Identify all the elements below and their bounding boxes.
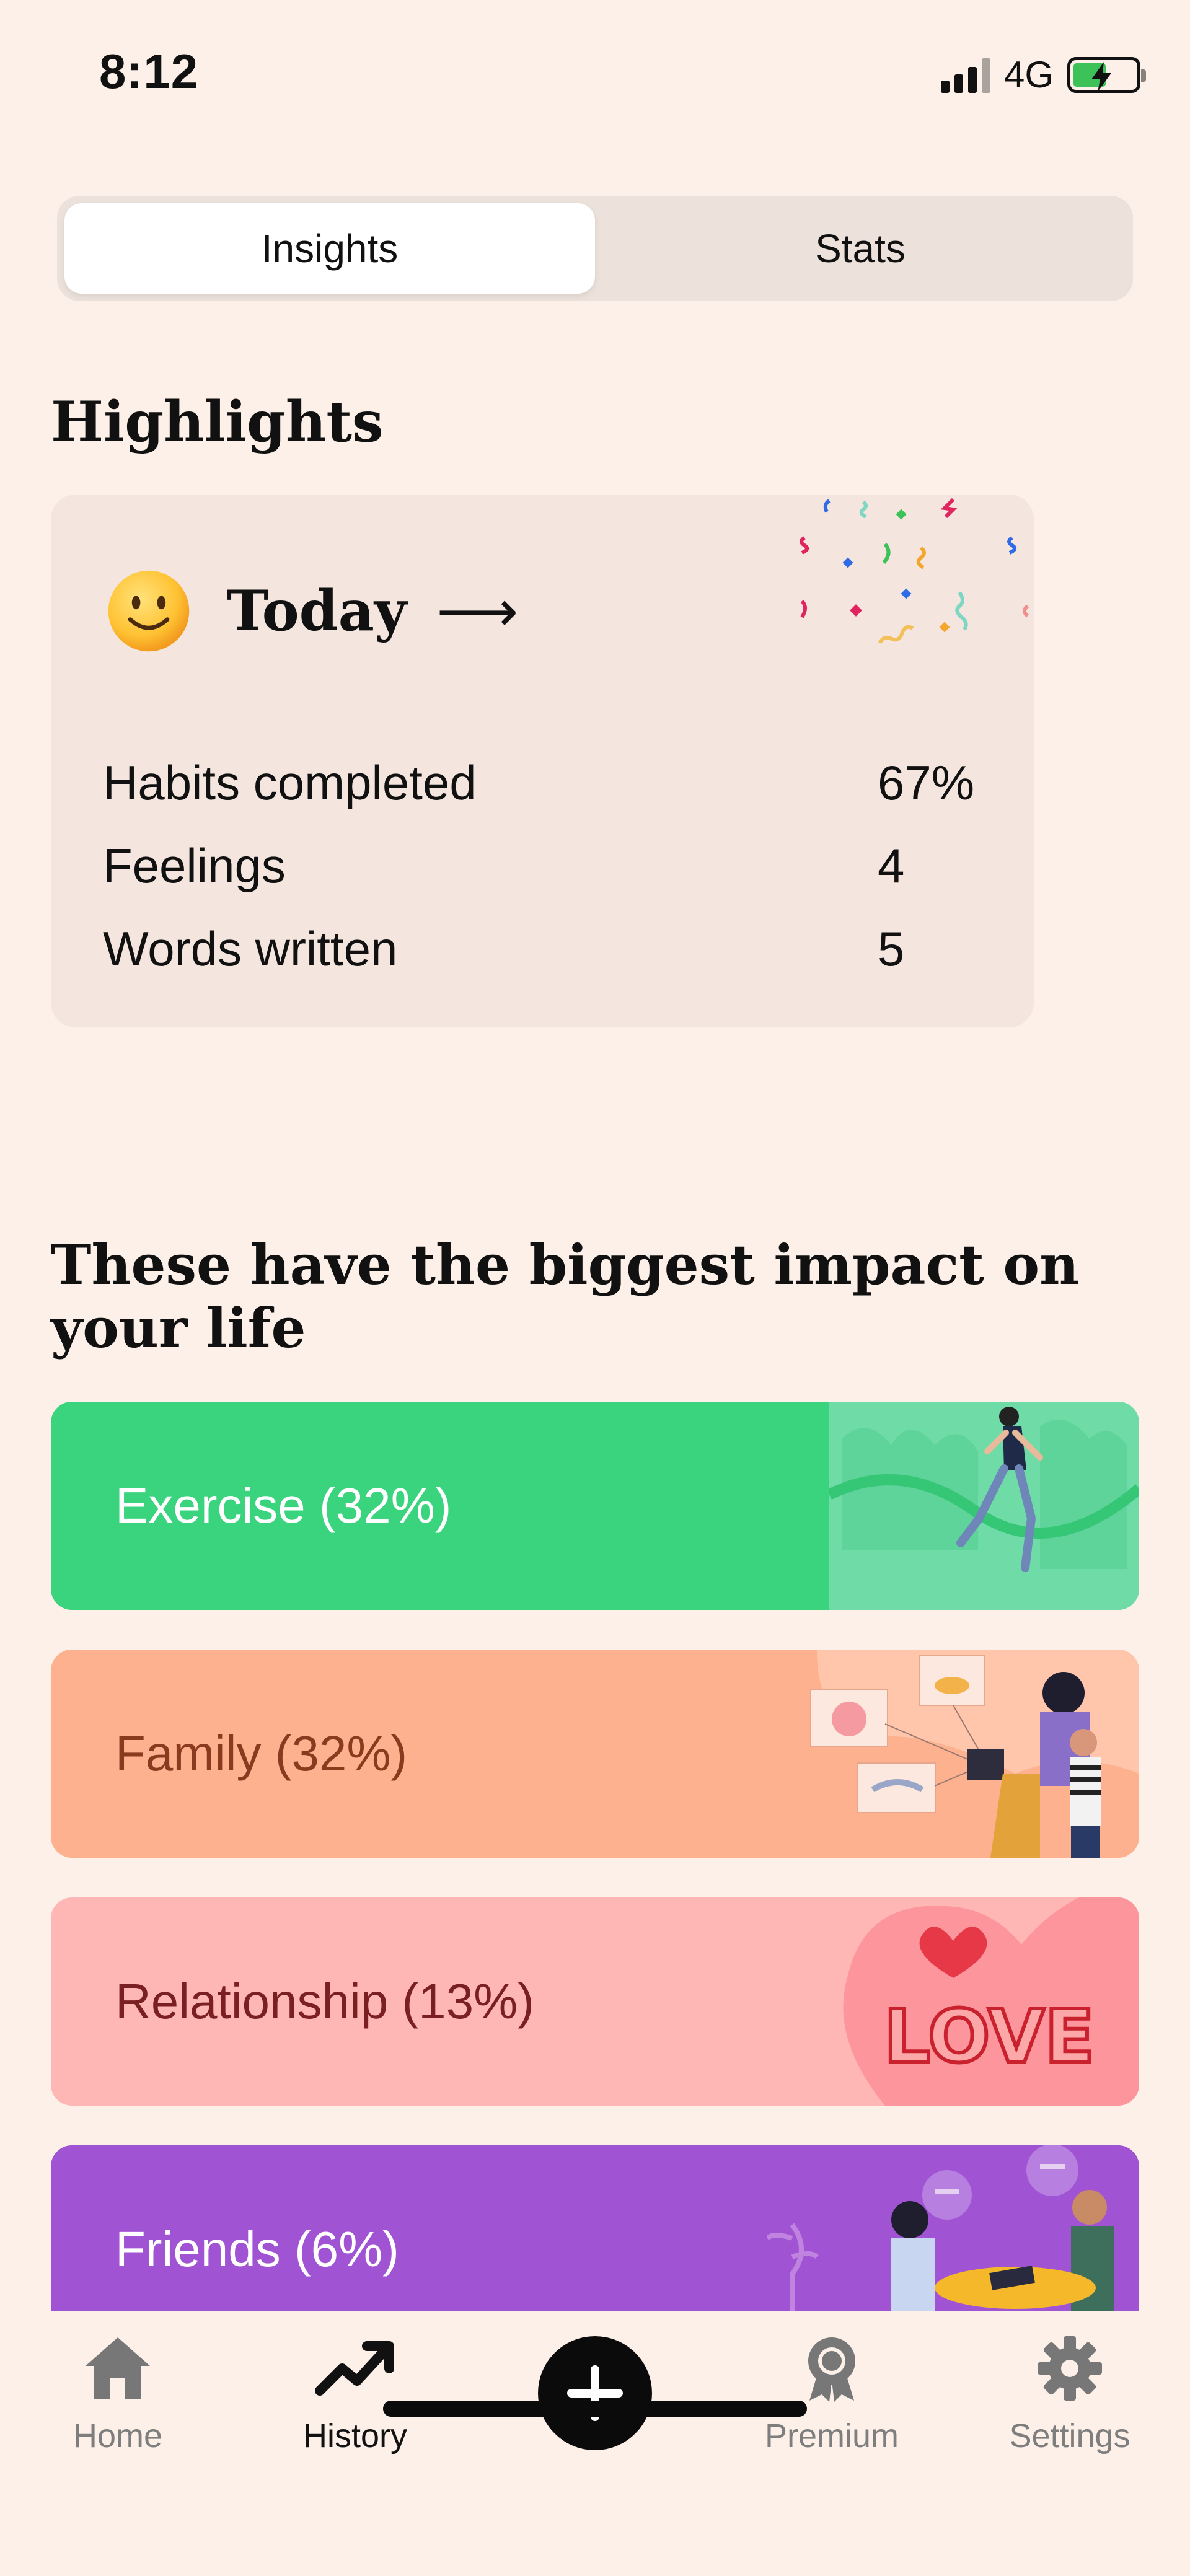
- stat-label: Feelings: [103, 838, 286, 893]
- impact-label: Friends (6%): [115, 2222, 399, 2277]
- impact-label: Relationship (13%): [115, 1974, 534, 2029]
- home-indicator: [383, 2401, 807, 2417]
- stat-value: 4: [878, 838, 905, 893]
- trend-up-icon: [315, 2341, 394, 2396]
- insights-stats-segment: Insights Stats: [57, 196, 1133, 301]
- svg-text:LOVE: LOVE: [884, 1994, 1095, 2079]
- tab-label: Settings: [1009, 2417, 1130, 2455]
- battery-icon: [1067, 56, 1146, 93]
- impact-card-exercise[interactable]: Exercise (32%): [51, 1402, 1139, 1610]
- status-indicators: 4G: [940, 53, 1146, 96]
- tab-premium[interactable]: Premium: [751, 2334, 912, 2455]
- tab-label: Home: [73, 2417, 163, 2455]
- tab-insights[interactable]: Insights: [64, 203, 595, 294]
- award-icon: [808, 2337, 855, 2402]
- tab-history[interactable]: History: [275, 2334, 436, 2455]
- status-bar: 8:12 4G: [0, 0, 1190, 143]
- tab-label: Premium: [764, 2417, 899, 2455]
- gear-icon: [1038, 2336, 1102, 2401]
- arrow-right-icon: ⟶: [436, 578, 519, 644]
- stat-row-words: Words written 5: [103, 921, 983, 977]
- love-heart-illustration: LOVE: [843, 1897, 1139, 2106]
- network-type: 4G: [1003, 54, 1054, 95]
- running-woman-illustration: [829, 1402, 1139, 1610]
- stat-label: Words written: [103, 921, 398, 976]
- impact-card-family[interactable]: Family (32%): [51, 1650, 1139, 1858]
- tab-home[interactable]: Home: [37, 2334, 198, 2455]
- today-label: Today: [227, 578, 407, 644]
- stat-label: Habits completed: [103, 755, 477, 810]
- stat-value: 67%: [878, 755, 975, 810]
- impact-card-relationship[interactable]: LOVE Relationship (13%): [51, 1897, 1139, 2106]
- impact-label: Exercise (32%): [115, 1478, 452, 1533]
- impact-label: Family (32%): [115, 1726, 408, 1781]
- stat-value: 5: [878, 921, 905, 976]
- today-link[interactable]: Today ⟶: [107, 569, 518, 653]
- status-time: 8:12: [99, 44, 199, 99]
- highlights-card[interactable]: Today ⟶ Habits completed 67% Feelings 4 …: [51, 495, 1034, 1027]
- bottom-tab-bar: Home History Premium Settings: [0, 2311, 1190, 2576]
- stat-row-habits: Habits completed 67%: [103, 755, 983, 811]
- highlights-heading: Highlights: [51, 389, 384, 455]
- family-illustration: [810, 1650, 1139, 1858]
- friends-illustration: [767, 2145, 1114, 2311]
- add-entry-button[interactable]: [538, 2336, 652, 2450]
- home-icon: [86, 2337, 150, 2399]
- smiley-face-icon: [108, 570, 190, 652]
- stat-row-feelings: Feelings 4: [103, 838, 983, 894]
- tab-label: History: [302, 2417, 407, 2455]
- tab-stats[interactable]: Stats: [595, 203, 1126, 294]
- cellular-signal-icon: [940, 57, 990, 93]
- impact-heading: These have the biggest impact on your li…: [51, 1233, 1080, 1360]
- confetti-decoration: [800, 498, 1029, 644]
- tab-settings[interactable]: Settings: [989, 2334, 1150, 2455]
- impact-card-friends[interactable]: Friends (6%): [51, 2145, 1139, 2311]
